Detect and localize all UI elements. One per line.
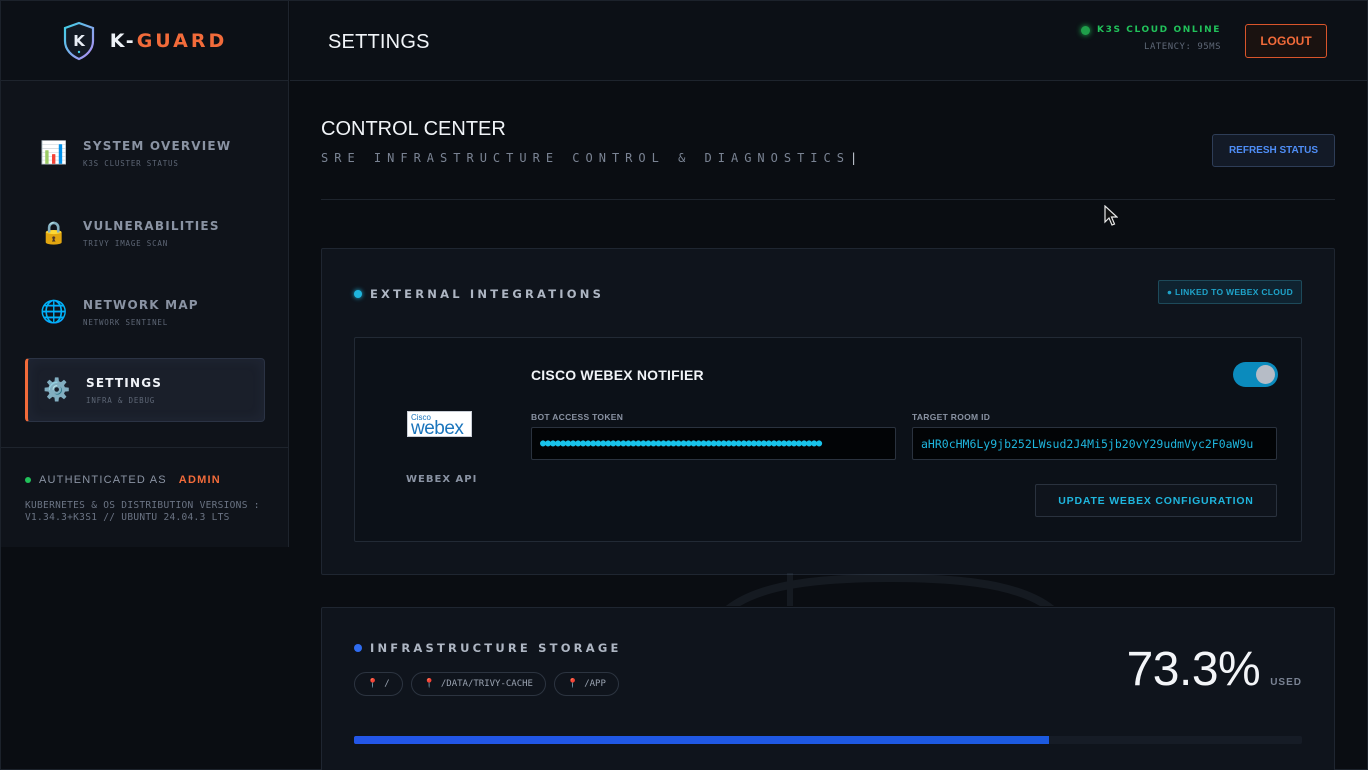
storage-usage: 73.3% USED	[1127, 642, 1302, 697]
brand-logo[interactable]: K K-GUARD	[1, 1, 288, 81]
sidebar-item-settings[interactable]: ⚙️ SETTINGS INFRA & DEBUG	[25, 358, 265, 422]
auth-status: AUTHENTICATED AS ADMIN	[25, 474, 265, 486]
brand-name: K-GUARD	[109, 29, 228, 52]
storage-card: INFRASTRUCTURE STORAGE 📍 / 📍/DATA/TRIVY-C…	[321, 607, 1335, 770]
main-content: CONTROL CENTER SRE INFRASTRUCTURE CONTRO…	[321, 81, 1335, 770]
bullet-icon	[354, 290, 362, 298]
logout-button[interactable]: LOGOUT	[1245, 24, 1327, 58]
svg-text:K: K	[73, 32, 86, 50]
sidebar-footer: AUTHENTICATED AS ADMIN KUBERNETES & OS D…	[1, 447, 289, 547]
globe-icon: 🌐	[40, 299, 68, 324]
bot-token-input[interactable]: ●●●●●●●●●●●●●●●●●●●●●●●●●●●●●●●●●●●●●●●●…	[531, 427, 896, 460]
sidebar-item-sublabel: TRIVY IMAGE SCAN	[83, 238, 169, 248]
auth-user: ADMIN	[178, 474, 221, 486]
sidebar-item-sublabel: INFRA & DEBUG	[86, 395, 156, 405]
auth-dot-icon	[25, 477, 31, 483]
sidebar-item-label: SYSTEM OVERVIEW	[83, 138, 232, 153]
pin-icon: 📍	[423, 679, 435, 689]
sidebar-item-sublabel: NETWORK SENTINEL	[83, 317, 169, 327]
sidebar-item-label: NETWORK MAP	[83, 297, 199, 312]
usage-label: USED	[1270, 677, 1302, 688]
integrations-title: EXTERNAL INTEGRATIONS	[354, 287, 604, 301]
room-label: TARGET ROOM ID	[912, 412, 991, 422]
status-text: K3S CLOUD ONLINE	[1097, 25, 1221, 35]
sidebar-item-sublabel: K3S CLUSTER STATUS	[83, 158, 179, 168]
refresh-status-button[interactable]: REFRESH STATUS	[1212, 134, 1335, 167]
mount-chip[interactable]: 📍 /	[354, 672, 403, 696]
notifier-toggle[interactable]	[1233, 362, 1278, 387]
shield-logo-icon: K	[62, 21, 96, 61]
sidebar-item-vulnerabilities[interactable]: 🔒 VULNERABILITIES TRIVY IMAGE SCAN	[25, 201, 265, 265]
sidebar-item-system-overview[interactable]: 📊 SYSTEM OVERVIEW K3S CLUSTER STATUS	[25, 121, 265, 185]
mouse-pointer-icon	[1104, 204, 1119, 232]
pin-icon: 📍	[367, 679, 379, 689]
room-id-input[interactable]: aHR0cHM6Ly9jb252LWsud2J4Mi5jb20vY29udmVy…	[912, 427, 1277, 460]
storage-progress-bar	[354, 736, 1302, 744]
background-watermark	[700, 573, 1080, 606]
mount-chip[interactable]: 📍/APP	[553, 672, 619, 696]
webex-panel: Cisco webex WEBEX API CISCO WEBEX NOTIFI…	[354, 337, 1302, 542]
sidebar: K K-GUARD 📊 SYSTEM OVERVIEW K3S CLUSTER …	[1, 1, 289, 547]
top-header: SETTINGS K3S CLOUD ONLINE LATENCY: 95MS …	[290, 1, 1367, 81]
cluster-status: K3S CLOUD ONLINE LATENCY: 95MS	[1081, 25, 1221, 52]
bullet-icon	[354, 644, 362, 652]
storage-title: INFRASTRUCTURE STORAGE	[354, 641, 622, 655]
sidebar-item-network-map[interactable]: 🌐 NETWORK MAP NETWORK SENTINEL	[25, 280, 265, 344]
chart-icon: 📊	[40, 140, 68, 165]
usage-percent: 73.3%	[1126, 643, 1261, 696]
divider	[321, 199, 1335, 200]
section-subtitle: SRE INFRASTRUCTURE CONTROL & DIAGNOSTICS…	[321, 151, 858, 165]
latency-text: LATENCY: 95MS	[1144, 42, 1221, 52]
sidebar-item-label: SETTINGS	[86, 375, 163, 390]
api-label: WEBEX API	[406, 474, 478, 485]
status-led-icon	[1081, 25, 1091, 35]
token-label: BOT ACCESS TOKEN	[531, 412, 624, 422]
page-title: SETTINGS	[328, 31, 430, 53]
mount-chip[interactable]: 📍/DATA/TRIVY-CACHE	[410, 672, 546, 696]
sidebar-item-label: VULNERABILITIES	[83, 218, 220, 233]
notifier-title: CISCO WEBEX NOTIFIER	[531, 367, 704, 383]
mount-chips: 📍 / 📍/DATA/TRIVY-CACHE 📍/APP	[354, 672, 619, 696]
linked-badge: ● LINKED TO WEBEX CLOUD	[1158, 280, 1302, 304]
toggle-knob	[1256, 365, 1275, 384]
version-info: KUBERNETES & OS DISTRIBUTION VERSIONS : …	[25, 500, 260, 523]
gear-icon: ⚙️	[43, 377, 71, 402]
webex-logo: Cisco webex	[407, 411, 472, 439]
update-webex-button[interactable]: UPDATE WEBEX CONFIGURATION	[1035, 484, 1277, 517]
integrations-card: EXTERNAL INTEGRATIONS ● LINKED TO WEBEX …	[321, 248, 1335, 575]
section-title: CONTROL CENTER	[321, 118, 506, 140]
storage-progress-fill	[354, 736, 1049, 744]
pin-icon: 📍	[566, 679, 579, 689]
lock-icon: 🔒	[40, 220, 68, 245]
